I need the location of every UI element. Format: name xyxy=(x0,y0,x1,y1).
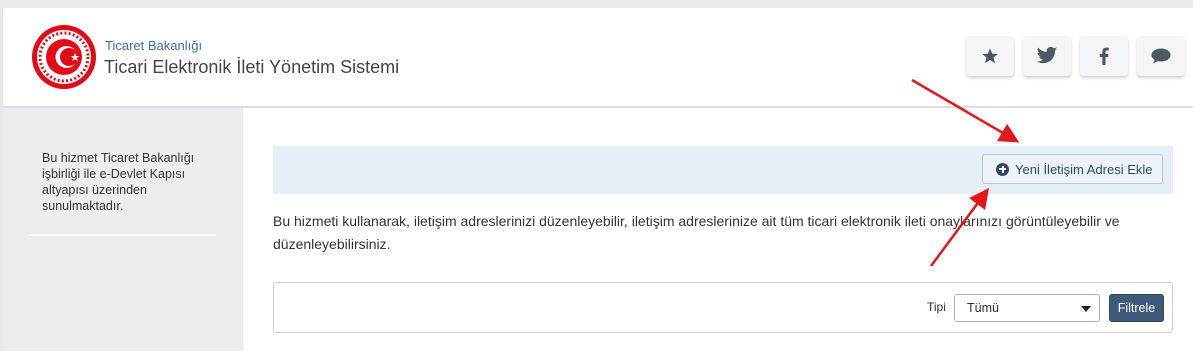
type-select[interactable]: Tümü xyxy=(954,294,1100,322)
ministry-name: Ticaret Bakanlığı xyxy=(105,38,203,53)
sidebar-info-text: Bu hizmet Ticaret Bakanlığı işbirliği il… xyxy=(42,151,195,213)
sidebar xyxy=(3,108,242,351)
favorite-button[interactable] xyxy=(966,36,1014,76)
site-header: Ticaret Bakanlığı Ticari Elektronik İlet… xyxy=(3,8,1193,106)
chat-button[interactable] xyxy=(1137,36,1185,76)
type-label: Tipi xyxy=(927,300,946,314)
chat-icon xyxy=(1151,48,1171,64)
plus-circle-icon xyxy=(996,162,1009,176)
type-select-value: Tümü xyxy=(967,301,999,315)
filter-button[interactable]: Filtrele xyxy=(1109,294,1164,322)
sidebar-divider xyxy=(30,234,216,236)
social-buttons xyxy=(966,36,1185,76)
ministry-logo xyxy=(32,25,96,89)
top-strip xyxy=(0,0,1193,8)
star-icon xyxy=(982,48,998,64)
twitter-icon xyxy=(1036,46,1058,64)
add-contact-address-label: Yeni İletişim Adresi Ekle xyxy=(1015,161,1153,177)
add-contact-address-button[interactable]: Yeni İletişim Adresi Ekle xyxy=(982,154,1163,184)
twitter-button[interactable] xyxy=(1023,36,1071,76)
facebook-button[interactable] xyxy=(1080,36,1128,76)
facebook-icon xyxy=(1099,47,1109,65)
system-title: Ticari Elektronik İleti Yönetim Sistemi xyxy=(104,57,400,77)
caret-down-icon xyxy=(1081,306,1091,312)
page-description: Bu hizmeti kullanarak, iletişim adresler… xyxy=(273,213,1120,252)
